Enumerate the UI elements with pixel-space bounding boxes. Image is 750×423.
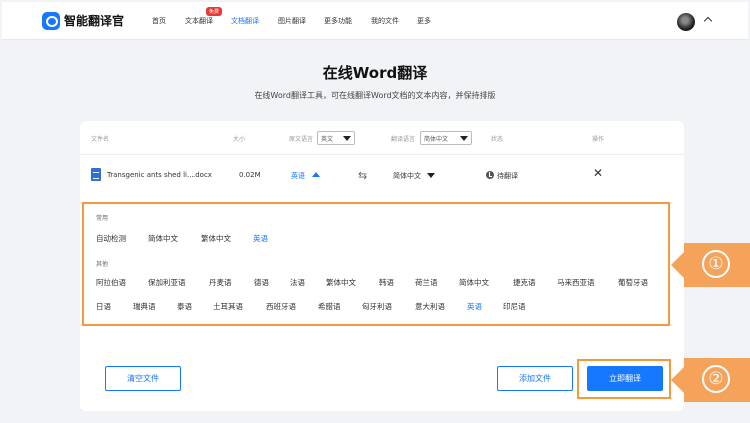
lang-option[interactable]: 简体中文 — [148, 233, 178, 244]
nav-doc-translate[interactable]: 文档翻译 — [231, 16, 259, 26]
lang-option[interactable]: 韩语 — [379, 277, 394, 288]
target-lang-select[interactable]: 简体中文 — [420, 131, 472, 145]
lang-option[interactable]: 瑞典语 — [133, 301, 156, 312]
nav-image-translate[interactable]: 图片翻译 — [278, 16, 306, 26]
clock-icon — [486, 171, 494, 179]
document-icon — [91, 168, 101, 181]
lang-option[interactable]: 匈牙利语 — [362, 301, 392, 312]
row-extension: .docx — [193, 171, 212, 179]
target-lang-select-value: 简体中文 — [424, 136, 449, 143]
avatar[interactable] — [677, 13, 695, 31]
caret-down-icon — [460, 136, 468, 141]
file-card: 文件名 大小 原文语言 英文 翻译语言 简体中文 状态 操作 Transgeni… — [80, 121, 684, 411]
header-filename: 文件名 — [91, 136, 110, 143]
nav-more[interactable]: 更多 — [417, 16, 431, 26]
caret-down-icon[interactable] — [427, 173, 435, 178]
logo-icon[interactable] — [42, 12, 60, 30]
caret-up-icon[interactable] — [312, 172, 320, 177]
callout-number: ② — [702, 365, 730, 393]
source-lang-select[interactable]: 英文 — [317, 131, 355, 145]
page-subtitle: 在线Word翻译工具，可在线翻译Word文档的文本内容，并保持排版 — [254, 91, 496, 100]
lang-option[interactable]: 希腊语 — [318, 301, 341, 312]
lang-option[interactable]: 阿拉伯语 — [96, 277, 126, 288]
lang-option[interactable]: 意大利语 — [415, 301, 445, 312]
row-target-lang[interactable]: 简体中文 — [393, 171, 421, 181]
header-size: 大小 — [233, 136, 246, 143]
lang-option[interactable]: 印尼语 — [503, 301, 526, 312]
brand-name[interactable]: 智能翻译官 — [64, 12, 124, 29]
lang-option[interactable]: 葡萄牙语 — [618, 277, 648, 288]
header-source-lang: 原文语言 — [289, 136, 314, 143]
lang-option[interactable]: 捷克语 — [513, 277, 536, 288]
nav-my-files[interactable]: 我的文件 — [371, 16, 399, 26]
free-badge: 免费 — [206, 7, 223, 16]
swap-icon[interactable]: ⇆ — [358, 170, 367, 181]
caret-down-icon — [343, 136, 351, 141]
callout-2: ② — [671, 358, 750, 402]
page-title: 在线Word翻译 — [322, 64, 428, 82]
lang-option[interactable]: 保加利亚语 — [148, 277, 186, 288]
chevron-up-icon[interactable] — [703, 16, 713, 26]
lang-option[interactable]: 法语 — [290, 277, 305, 288]
table-header: 文件名 大小 原文语言 英文 翻译语言 简体中文 状态 操作 — [80, 121, 684, 155]
row-size: 0.02M — [239, 171, 261, 179]
row-filename: Transgenic ants shed li... — [107, 171, 194, 179]
callout-number: ① — [702, 250, 730, 278]
lang-option-selected[interactable]: 英语 — [253, 233, 268, 244]
lang-option[interactable]: 日语 — [96, 301, 111, 312]
source-lang-select-value: 英文 — [321, 136, 334, 143]
nav-more-features[interactable]: 更多功能 — [324, 16, 352, 26]
other-label: 其他 — [96, 261, 109, 268]
lang-option[interactable]: 简体中文 — [459, 277, 489, 288]
nav-home[interactable]: 首页 — [152, 16, 166, 26]
close-icon[interactable]: ✕ — [593, 167, 603, 179]
language-panel: 常用 自动检测 简体中文 繁体中文 英语 其他 阿拉伯语 保加利亚语 丹麦语 德… — [82, 202, 670, 326]
lang-option[interactable]: 繁体中文 — [201, 233, 231, 244]
row-source-lang[interactable]: 英语 — [291, 171, 305, 181]
header-target-lang: 翻译语言 — [391, 136, 416, 143]
lang-option[interactable]: 泰语 — [177, 301, 192, 312]
lang-option[interactable]: 自动检测 — [96, 233, 126, 244]
common-label: 常用 — [96, 215, 109, 222]
row-status: 待翻译 — [497, 172, 518, 180]
add-file-button[interactable]: 添加文件 — [497, 366, 573, 391]
top-nav: 智能翻译官 首页 文本翻译 免费 文档翻译 图片翻译 更多功能 我的文件 更多 — [2, 2, 748, 40]
lang-option[interactable]: 丹麦语 — [209, 277, 232, 288]
header-action: 操作 — [592, 136, 605, 143]
translate-now-button[interactable]: 立即翻译 — [587, 366, 663, 391]
lang-option-selected[interactable]: 英语 — [467, 301, 482, 312]
callout-1: ① — [671, 243, 750, 287]
lang-option[interactable]: 繁体中文 — [326, 277, 356, 288]
lang-option[interactable]: 马来西亚语 — [557, 277, 595, 288]
nav-text-translate[interactable]: 文本翻译 — [185, 16, 213, 26]
lang-option[interactable]: 荷兰语 — [415, 277, 438, 288]
lang-option[interactable]: 德语 — [254, 277, 269, 288]
header-status: 状态 — [491, 136, 504, 143]
clear-files-button[interactable]: 清空文件 — [105, 366, 181, 391]
lang-option[interactable]: 西班牙语 — [266, 301, 296, 312]
lang-option[interactable]: 土耳其语 — [213, 301, 243, 312]
